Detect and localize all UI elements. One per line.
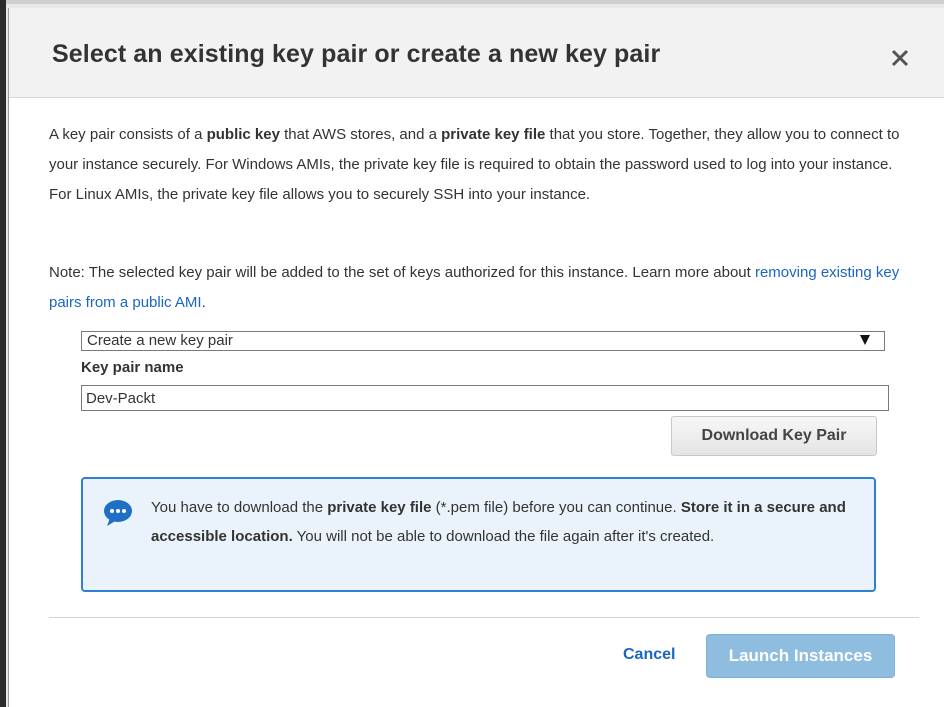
key-pair-name-label: Key pair name (81, 359, 184, 376)
window-frame-top (6, 0, 944, 4)
key-pair-select-value: Create a new key pair (87, 332, 233, 349)
note-text-part: . (201, 294, 206, 311)
info-text-part: You have to download the (151, 499, 328, 516)
intro-text: A key pair consists of a public key that… (49, 120, 919, 210)
dialog-title: Select an existing key pair or create a … (52, 40, 661, 68)
intro-private-key-file: private key file (441, 126, 546, 143)
window-frame-edge (0, 0, 6, 707)
intro-public-key: public key (206, 126, 280, 143)
dropdown-arrow-icon (860, 335, 870, 345)
close-icon[interactable] (887, 45, 913, 71)
key-pair-dialog: Select an existing key pair or create a … (8, 8, 944, 707)
intro-text-part: that AWS stores, and a (279, 126, 442, 143)
info-text-part: You will not be able to download the fil… (292, 528, 715, 545)
info-text-part: (*.pem file) before you can continue. (431, 499, 681, 516)
info-text: You have to download the private key fil… (151, 493, 863, 551)
info-box: You have to download the private key fil… (81, 477, 876, 592)
launch-instances-button[interactable]: Launch Instances (706, 634, 895, 678)
intro-text-part: A key pair consists of a (49, 126, 207, 143)
speech-bubble-icon (104, 500, 132, 526)
dialog-header: Select an existing key pair or create a … (9, 8, 944, 98)
note-text-part: Note: The selected key pair will be adde… (49, 264, 755, 281)
download-key-pair-button[interactable]: Download Key Pair (671, 416, 877, 456)
note-text: Note: The selected key pair will be adde… (49, 258, 919, 318)
key-pair-select[interactable]: Create a new key pair (81, 331, 885, 351)
cancel-button[interactable]: Cancel (623, 646, 675, 664)
key-pair-name-input[interactable] (81, 385, 889, 411)
info-private-key-file: private key file (327, 499, 432, 516)
footer-divider (49, 617, 919, 618)
